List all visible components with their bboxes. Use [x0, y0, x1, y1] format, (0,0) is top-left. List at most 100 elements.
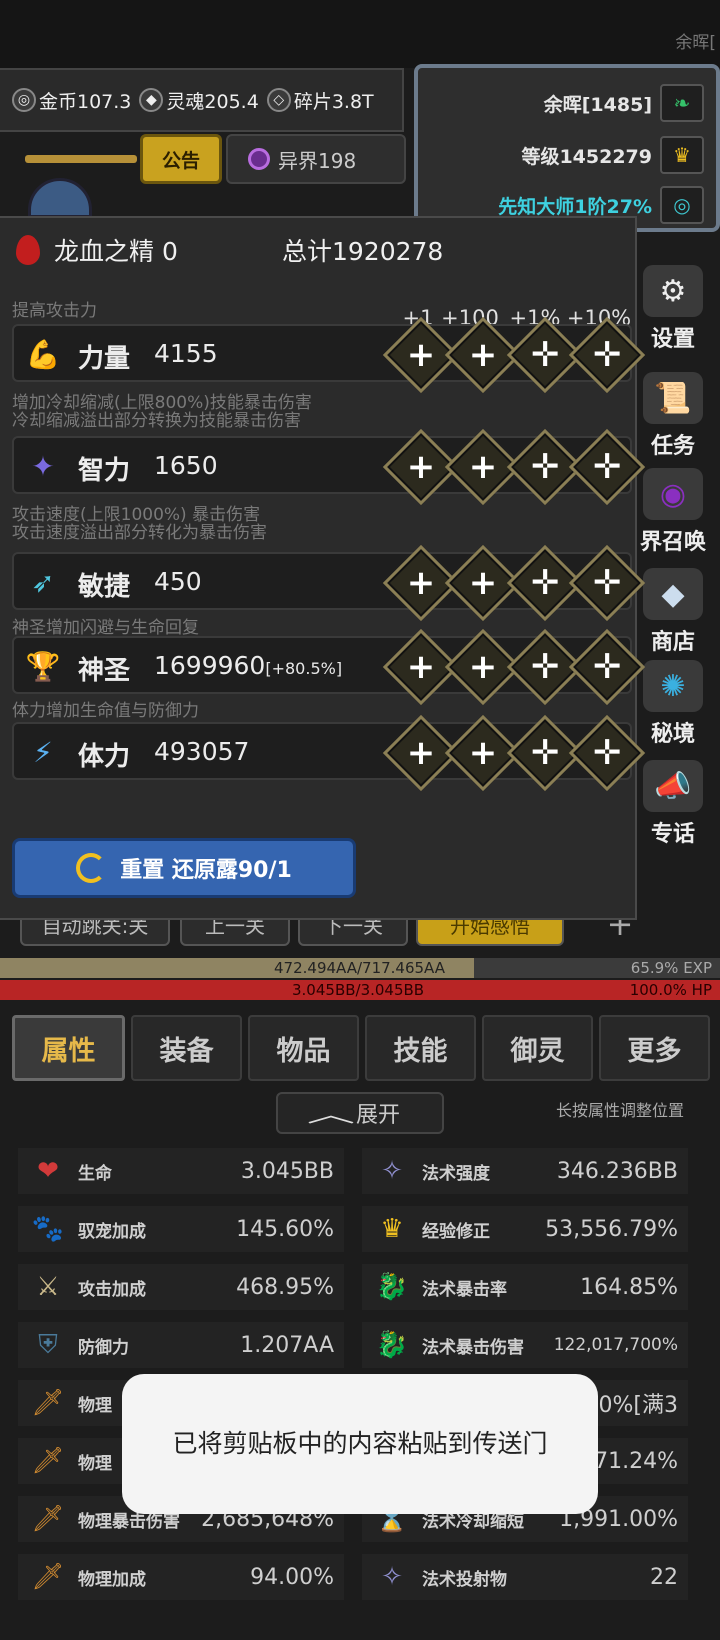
toast-message: 已将剪贴板中的内容粘贴到传送门	[172, 1429, 548, 1458]
expand-button[interactable]: ︿ 展开	[276, 1092, 444, 1134]
chevron-up-icon: ︿	[306, 1103, 356, 1128]
attribute-label: 驭宠加成	[78, 1221, 146, 1242]
other-world-button[interactable]: 异界198	[226, 134, 406, 184]
hp-bar-text: 3.045BB/3.045BB	[292, 981, 425, 999]
add-10pct-button[interactable]: ✛	[568, 316, 646, 394]
attribute-cell[interactable]: ♛ 经验修正 53,556.79%	[362, 1206, 688, 1252]
add-10pct-button[interactable]: ✛	[568, 714, 646, 792]
side-menu-secret-realm[interactable]: ✺ 秘境	[626, 660, 720, 748]
sword-icon: 🗡	[31, 1446, 65, 1476]
stat-value-number: 4155	[154, 339, 218, 368]
notice-button[interactable]: 公告	[140, 134, 222, 184]
sword-icon: 🗡	[31, 1562, 65, 1592]
attribute-label: 物理	[78, 1395, 112, 1416]
gear-icon: ⚙	[643, 265, 703, 317]
attribute-cell[interactable]: ⛨ 防御力 1.207AA	[18, 1322, 344, 1368]
side-menu-label: 界召唤	[639, 530, 706, 555]
plus-icon: +	[406, 335, 436, 375]
player-info-frame[interactable]: 余晖[1485] ❧ 等级1452279 ♛ 先知大师1阶27% ◎	[414, 64, 720, 232]
attribute-cell[interactable]: ⚔ 攻击加成 468.95%	[18, 1264, 344, 1310]
add-10pct-button[interactable]: ✛	[568, 428, 646, 506]
plus-icon: ✛	[530, 335, 560, 375]
attribute-label: 物理	[78, 1453, 112, 1474]
attribute-value: 122,017,700%	[553, 1335, 678, 1355]
exp-bar-percent: 65.9% EXP	[630, 959, 712, 977]
spell-icon: ✧	[381, 1156, 403, 1186]
attribute-value: 346.236BB	[556, 1158, 678, 1184]
attribute-cell[interactable]: 🐾 驭宠加成 145.60%	[18, 1206, 344, 1252]
attribute-cell[interactable]: 🐉 法术暴击率 164.85%	[362, 1264, 688, 1310]
attribute-label: 法术投射物	[422, 1569, 507, 1590]
tab-skills[interactable]: 技能	[365, 1015, 476, 1081]
plus-icon: ✛	[530, 733, 560, 773]
tab-spirits[interactable]: 御灵	[482, 1015, 593, 1081]
side-menu-chat[interactable]: 📣 专话	[626, 760, 720, 848]
tab-more[interactable]: 更多	[599, 1015, 710, 1081]
sword-icon: 🗡	[31, 1388, 65, 1418]
portal-icon: ◉	[643, 468, 703, 520]
shield-icon: ⛨	[38, 1329, 58, 1360]
plus-icon: ✛	[592, 447, 622, 487]
dragon-blood-count: 龙血之精 0	[54, 237, 178, 266]
attribute-cell[interactable]: 🐉 法术暴击伤害 122,017,700%	[362, 1322, 688, 1368]
scroll-icon: 📜	[643, 372, 703, 424]
exp-bar-text: 472.494AA/717.465AA	[274, 959, 445, 977]
stat-row-1: 💪 力量 4155 + + ✛ ✛	[12, 316, 646, 394]
leaf-icon[interactable]: ❧	[660, 84, 704, 122]
attribute-value: 1.207AA	[240, 1332, 334, 1358]
plus-icon: +	[468, 335, 498, 375]
attribute-cell[interactable]: ✧ 法术投射物 22	[362, 1554, 688, 1600]
add-10pct-button[interactable]: ✛	[568, 544, 646, 622]
sword-icon: 🗡	[31, 1504, 65, 1534]
tab-equipment[interactable]: 装备	[131, 1015, 242, 1081]
side-menu-label: 秘境	[650, 722, 695, 747]
spear-decoration	[25, 155, 137, 163]
swirl-icon[interactable]: ◎	[660, 186, 704, 224]
attribute-value: 145.60%	[236, 1216, 334, 1242]
main-tab-bar: 属性 装备 物品 技能 御灵 更多	[12, 1015, 710, 1081]
side-menu-settings[interactable]: ⚙ 设置	[626, 265, 720, 353]
tab-items[interactable]: 物品	[248, 1015, 359, 1081]
attribute-value: 164.85%	[580, 1274, 678, 1300]
attribute-label: 经验修正	[422, 1221, 490, 1242]
realm-orb-icon: ✺	[643, 660, 703, 712]
stat-row-4: 🏆 神圣 1699960[+80.5%] + + ✛ ✛	[12, 628, 646, 706]
paw-icon: 🐾	[31, 1214, 65, 1244]
heart-icon: ❤	[37, 1156, 59, 1186]
resource-soul-label: 灵魂205.4	[166, 90, 259, 113]
attribute-label: 法术暴击伤害	[422, 1337, 524, 1358]
attribute-value: 468.95%	[236, 1274, 334, 1300]
stat-value-number: 493057	[154, 737, 250, 766]
side-menu-quests[interactable]: 📜 任务	[626, 372, 720, 460]
plus-icon: ✛	[592, 647, 622, 687]
attribute-value: 0%[满3	[598, 1393, 678, 1418]
stat-value: 493057	[154, 737, 249, 766]
stamina-icon: ⚡	[33, 735, 53, 769]
side-menu-summon[interactable]: ◉ 界召唤	[626, 468, 720, 556]
side-menu-label: 设置	[650, 327, 695, 352]
attribute-value: 22	[650, 1564, 678, 1590]
attribute-cell[interactable]: ✧ 法术强度 346.236BB	[362, 1148, 688, 1194]
guild-emblem-icon[interactable]	[28, 178, 92, 218]
portal-orb-icon	[248, 148, 270, 170]
reset-button[interactable]: 重置 还原露90/1	[12, 838, 356, 898]
stat-description: 提高攻击力	[12, 301, 97, 321]
reset-arrow-icon	[76, 853, 107, 883]
plus-icon: ✛	[530, 447, 560, 487]
tab-attributes[interactable]: 属性	[12, 1015, 125, 1081]
total-points: 总计1920278	[282, 237, 444, 266]
crown-icon[interactable]: ♛	[660, 136, 704, 174]
stat-description: 攻击速度溢出部分转化为暴击伤害	[12, 523, 267, 543]
add-10pct-button[interactable]: ✛	[568, 628, 646, 706]
attribute-cell[interactable]: ❤ 生命 3.045BB	[18, 1148, 344, 1194]
stat-value-number: 1650	[154, 451, 218, 480]
horn-icon: 📣	[643, 760, 703, 812]
stat-row-5: ⚡ 体力 493057 + + ✛ ✛	[12, 714, 646, 792]
attribute-cell[interactable]: 🗡 物理加成 94.00%	[18, 1554, 344, 1600]
clipboard-toast: 已将剪贴板中的内容粘贴到传送门	[122, 1374, 598, 1514]
attribute-label: 攻击加成	[78, 1279, 146, 1300]
resource-shard: ◇ 碎片3.8T	[266, 87, 374, 114]
attribute-label: 法术强度	[422, 1163, 490, 1184]
resource-gold-label: 金币107.3	[39, 90, 132, 113]
crossed-swords-icon: ⚔	[36, 1272, 60, 1302]
